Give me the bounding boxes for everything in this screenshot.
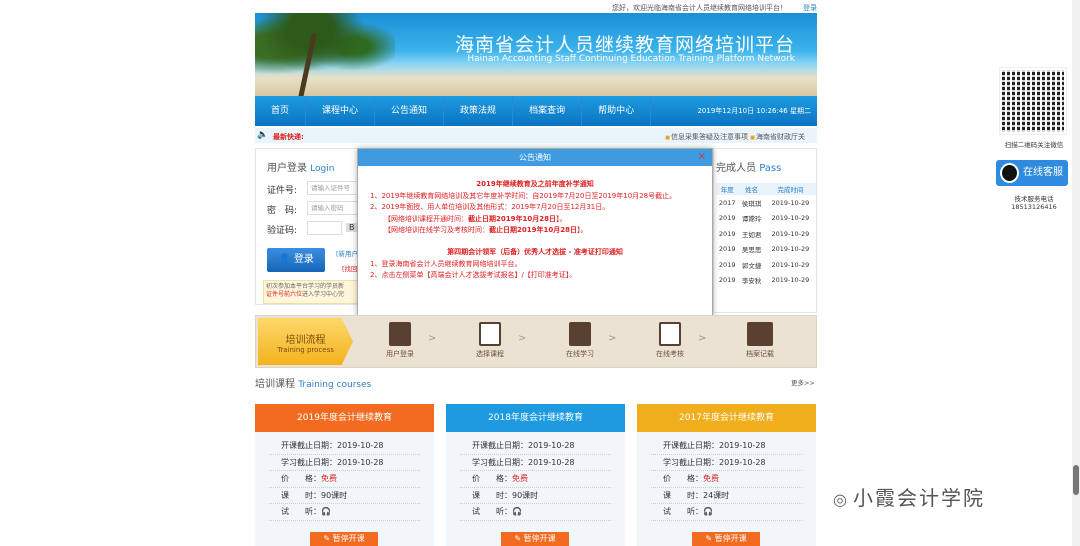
nav-notices[interactable]: 公告通知 <box>375 96 445 126</box>
captcha-input[interactable] <box>307 221 342 235</box>
notice-line: 2、2019年面授、用人单位培训及其他形式：2019年7月20日至12月31日。 <box>370 203 610 212</box>
top-login-link[interactable]: 登录 <box>803 3 817 13</box>
login-button[interactable]: 👤 登录 <box>267 248 325 272</box>
qr-code <box>999 67 1067 135</box>
top-bar: 您好，欢迎光临海南省会计人员继续教育网络培训平台！ 登录 <box>255 0 817 13</box>
login-panel: 用户登录 Login 证件号: 请输入证件号 密 码: 请输入密码 验证码: B… <box>255 148 367 305</box>
id-label: 证件号: <box>267 186 298 196</box>
qq-icon <box>1000 163 1019 183</box>
col-name: 姓名 <box>738 183 765 195</box>
more-link[interactable]: 更多>> <box>791 377 815 387</box>
book-icon <box>569 322 591 346</box>
password-label: 密 码: <box>267 206 298 216</box>
step-online-exam[interactable]: 在线考核 <box>640 322 700 359</box>
notice-modal: 公告通知 × 2019年继续教育及之前年度补学通知 1、2019年继续教育网络培… <box>357 148 713 318</box>
speaker-icon: 🔈 <box>257 130 269 140</box>
col-time: 完成时间 <box>764 183 816 195</box>
step-select-course[interactable]: 选择课程 <box>460 322 520 359</box>
pause-course-button[interactable]: ✎ 暂停开课 <box>310 532 378 546</box>
close-icon[interactable]: × <box>698 151 706 162</box>
step-online-study[interactable]: 在线学习 <box>550 322 610 359</box>
pencil-icon: ✎ <box>514 534 522 543</box>
course-card: 2018年度会计继续教育 开课截止日期：2019-10-28 学习截止日期：20… <box>446 404 625 546</box>
site-subtitle: Hainan Accounting Staff Continuing Educa… <box>467 54 795 64</box>
step-records[interactable]: 档案记载 <box>730 322 790 359</box>
notice-line: 1、2019年继续教育网络培训及其它年度补学时间：自2019年7月20日至201… <box>370 191 677 200</box>
pass-title: 完成人员 Pass <box>716 163 782 174</box>
pause-course-button[interactable]: ✎ 暂停开课 <box>501 532 569 546</box>
folder-user-icon <box>389 322 411 346</box>
user-icon: 👤 <box>278 254 291 265</box>
process-title: 培训流程 Training process <box>258 318 353 365</box>
headphones-icon[interactable]: 🎧 <box>512 507 522 516</box>
course-card: 2019年度会计继续教育 开课截止日期：2019-10-28 学习截止日期：20… <box>255 404 434 546</box>
course-card: 2017年度会计继续教育 开课截止日期：2019-10-28 学习截止日期：20… <box>637 404 816 546</box>
step-login[interactable]: 用户登录 <box>370 322 430 359</box>
table-row: 2019 吴思思 2019-10-29 <box>718 245 810 255</box>
ticker-link[interactable]: 海南省财政厅关 <box>750 133 805 141</box>
news-ticker: 🔈 最新快递: 信息采集答疑及注意事项 海南省财政厅关 <box>255 128 817 143</box>
nav-help[interactable]: 帮助中心 <box>582 96 652 126</box>
documents-icon <box>479 322 501 346</box>
table-row: 2019 谭嫦玲 2019-10-29 <box>718 214 810 224</box>
tech-phone: 18513126416 <box>1011 203 1057 211</box>
watermark: ◎ 小霞会计学院 <box>833 486 985 510</box>
tech-support: 技术服务电话 18513126416 <box>996 195 1072 211</box>
captcha-label: 验证码: <box>267 226 298 236</box>
chevron-right-icon: > <box>608 333 617 344</box>
datetime: 2019年12月10日 10:26:46 星期二 <box>697 107 811 115</box>
ticker-link[interactable]: 信息采集答疑及注意事项 <box>665 133 748 141</box>
scrollbar[interactable] <box>1072 0 1080 546</box>
course-name[interactable]: 2018年度会计继续教育 <box>446 404 625 432</box>
table-row: 2019 郭文捷 2019-10-29 <box>718 260 810 270</box>
banner: 海南省会计人员继续教育网络培训平台 Hainan Accounting Staf… <box>255 13 817 96</box>
nav-courses[interactable]: 课程中心 <box>306 96 376 126</box>
login-notice: 初次参加本平台学习的学员新 证件号前六位进入学习中心完 <box>263 280 363 304</box>
site-title: 海南省会计人员继续教育网络培训平台 <box>454 34 795 56</box>
col-year: 年度 <box>716 183 739 195</box>
notice-line: 【网络培训课程开通时间：截止日期2019年10月28日】。 <box>384 214 567 223</box>
main-nav: 首页 课程中心 公告通知 政策法规 档案查询 帮助中心 2019年12月10日 … <box>255 96 817 126</box>
chevron-right-icon: > <box>698 333 707 344</box>
captcha-image[interactable]: B <box>346 223 358 232</box>
online-service-button[interactable]: 在线客服 <box>996 160 1068 186</box>
course-name[interactable]: 2017年度会计继续教育 <box>637 404 816 432</box>
courses-title: 培训课程 Training courses <box>255 379 372 390</box>
notice-heading: 第四期会计领军（后备）优秀人才选拔 - 准考证打印通知 <box>447 247 623 256</box>
greeting-text: 您好，欢迎光临海南省会计人员继续教育网络培训平台！ <box>612 4 787 12</box>
pause-course-button[interactable]: ✎ 暂停开课 <box>692 532 760 546</box>
modal-title: 公告通知 <box>358 149 712 166</box>
login-title: 用户登录 Login <box>267 163 335 174</box>
wechat-icon: ◎ <box>833 490 849 509</box>
forgot-link[interactable]: [找回 <box>342 263 358 273</box>
chevron-right-icon: > <box>428 333 437 344</box>
notice-heading: 2019年继续教育及之前年度补学通知 <box>476 180 594 188</box>
nav-home[interactable]: 首页 <box>255 96 307 126</box>
nav-policies[interactable]: 政策法规 <box>444 96 514 126</box>
table-row: 2017 侯琪琪 2019-10-29 <box>718 198 810 208</box>
headphones-icon[interactable]: 🎧 <box>321 507 331 516</box>
headphones-icon[interactable]: 🎧 <box>703 507 713 516</box>
clipboard-check-icon <box>659 322 681 346</box>
scrollbar-thumb[interactable] <box>1073 465 1079 495</box>
ticker-label: 最新快递: <box>273 133 304 141</box>
pass-table: 年度 姓名 完成时间 2017 侯琪琪 2019-10-29 2019 谭嫦玲 2019-1… <box>716 183 816 288</box>
table-row: 2019 王如君 2019-10-29 <box>718 229 810 239</box>
training-process: 培训流程 Training process 用户登录 > 选择课程 > 在线学习 … <box>255 315 817 368</box>
qr-caption: 扫描二维码关注微信 <box>1004 141 1064 149</box>
notice-line: 1、登录海南省会计人员继续教育网络培训平台。 <box>370 259 522 268</box>
chevron-right-icon: > <box>518 333 527 344</box>
pencil-icon: ✎ <box>323 534 331 543</box>
pass-panel: 完成人员 Pass 年度 姓名 完成时间 2017 侯琪琪 2019-10-29 201… <box>713 148 817 313</box>
notice-line: 【网络培训在线学习及考核时间：截止日期2019年10月28日】。 <box>384 226 588 235</box>
new-user-link[interactable]: [新用户 <box>336 248 358 258</box>
course-name[interactable]: 2019年度会计继续教育 <box>255 404 434 432</box>
pencil-icon: ✎ <box>705 534 713 543</box>
palm-tree-image <box>255 13 395 96</box>
binders-icon <box>747 322 773 346</box>
table-row: 2019 李安秋 2019-10-29 <box>718 276 810 286</box>
notice-line: 2、点击左侧菜单【高端会计人才选拔考试报名】/【打印准考证】。 <box>370 271 577 280</box>
nav-records[interactable]: 档案查询 <box>513 96 583 126</box>
